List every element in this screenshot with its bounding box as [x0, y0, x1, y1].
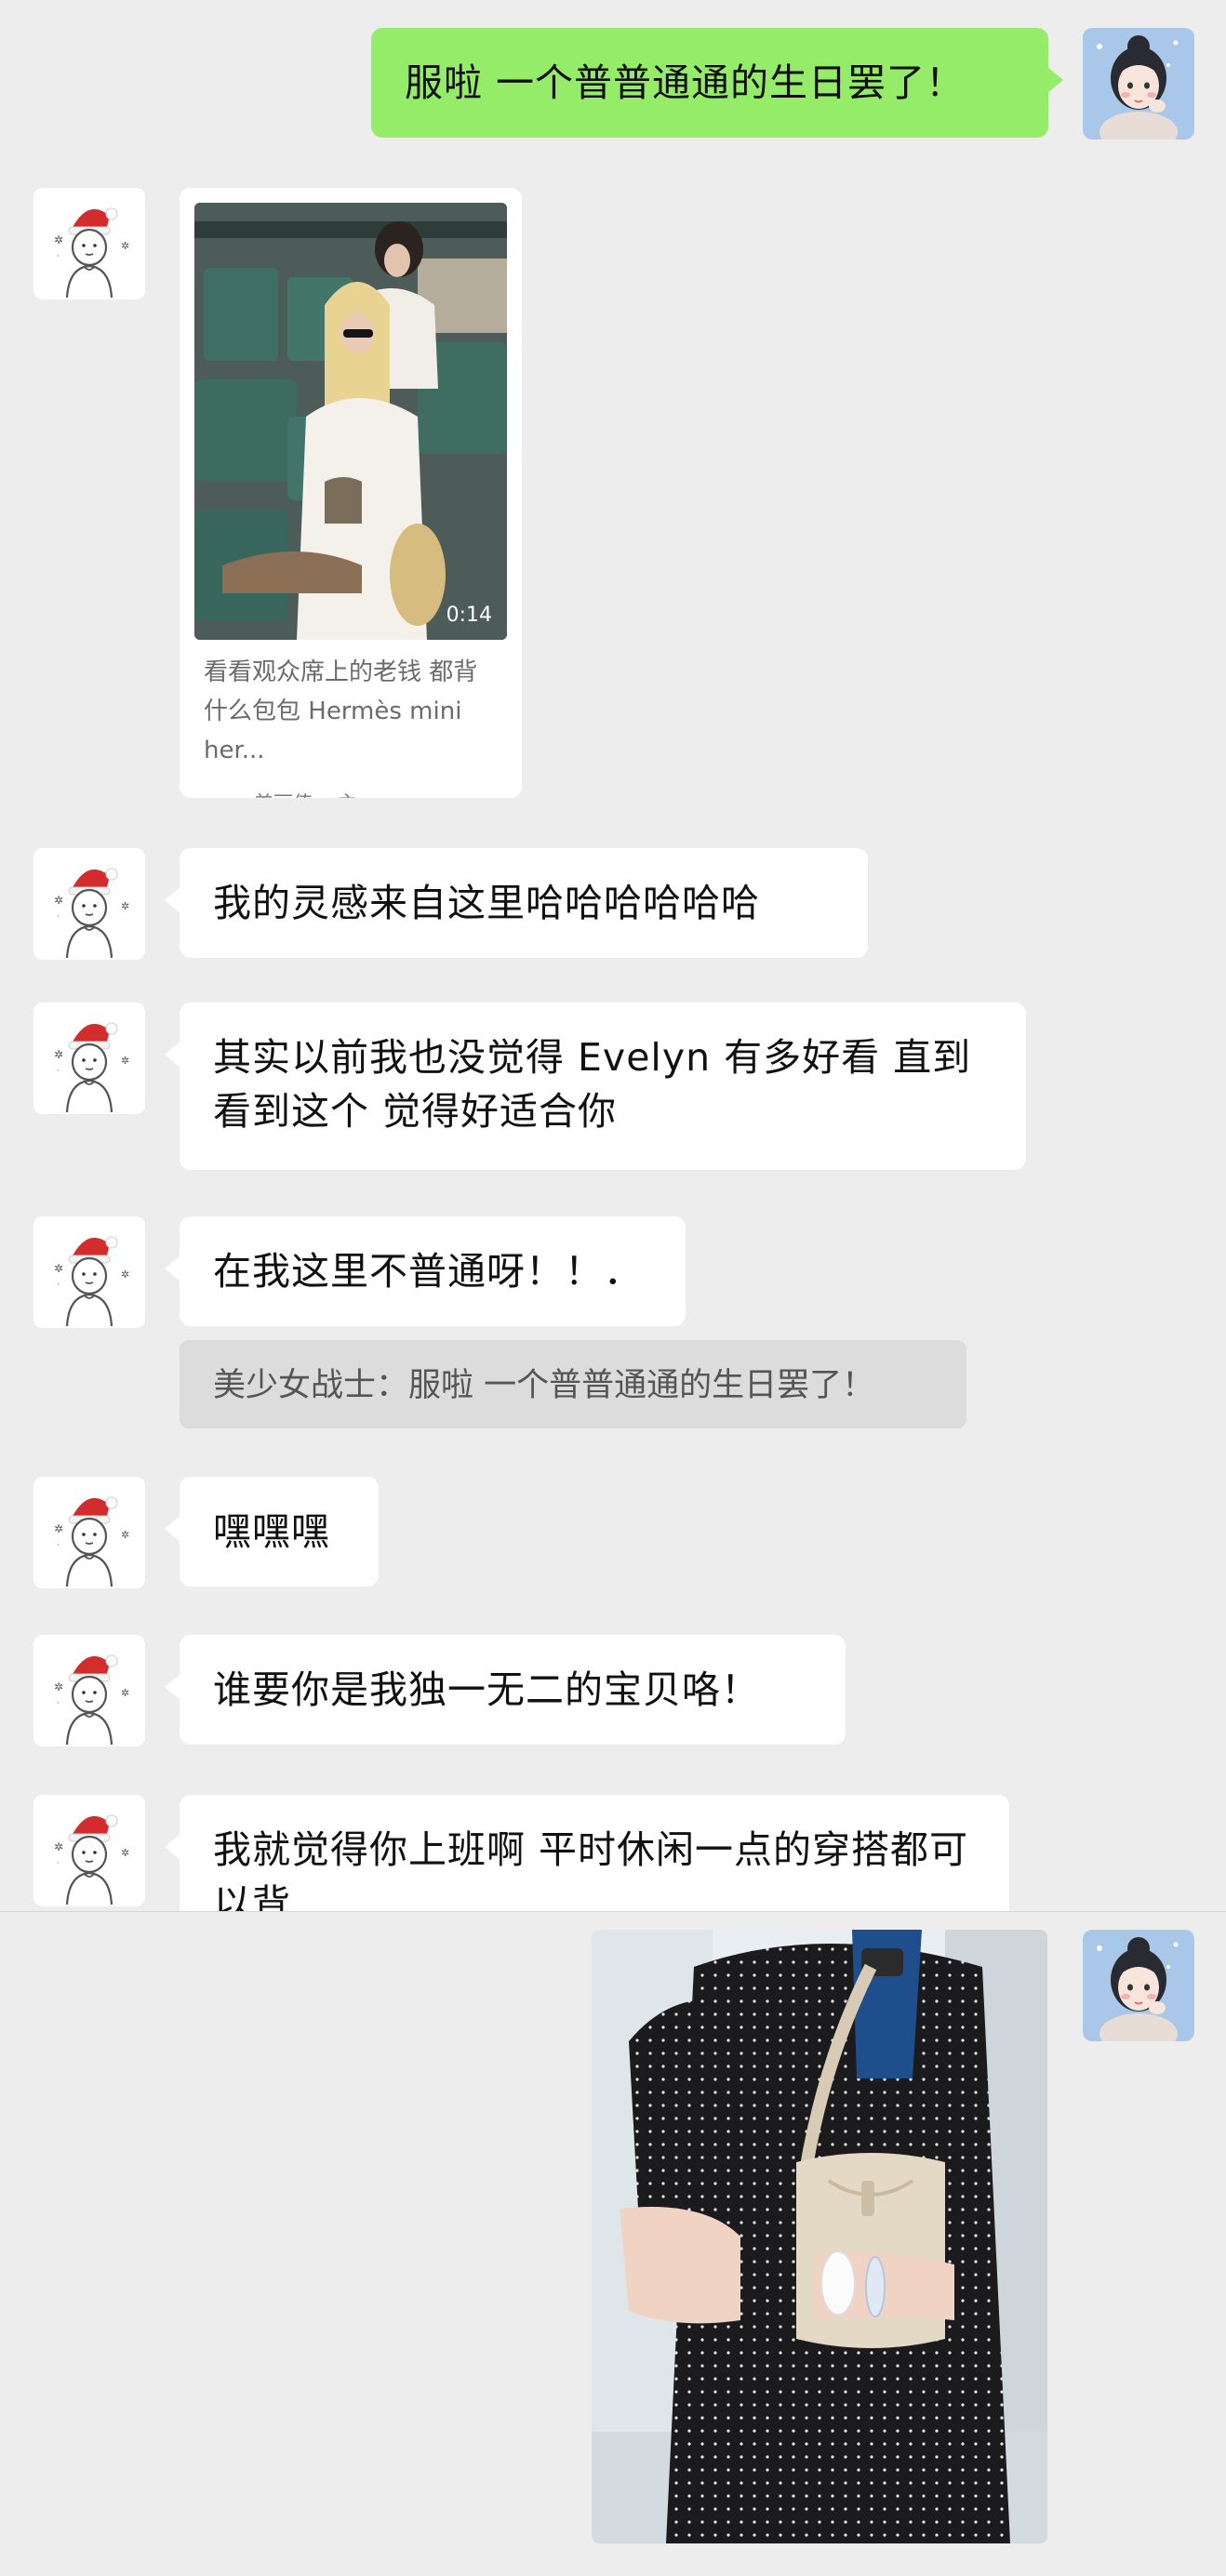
message-text: 我的灵感来自这里哈哈哈哈哈哈	[213, 881, 760, 925]
santa-hat-avatar-icon	[33, 188, 145, 299]
received-message-bubble[interactable]: 谁要你是我独一无二的宝贝咯！	[165, 1635, 846, 1745]
friend-avatar[interactable]	[33, 1003, 145, 1114]
santa-hat-avatar-icon	[33, 1003, 145, 1114]
santa-hat-avatar-icon	[33, 848, 145, 960]
santa-hat-avatar-icon	[33, 1635, 145, 1746]
friend-avatar[interactable]	[33, 1477, 145, 1588]
received-message-bubble[interactable]: 在我这里不普通呀！！．	[165, 1216, 686, 1326]
clip-region: 我就觉得你上班啊 平时休闲一点的穿搭都可以背	[0, 1795, 1226, 1911]
friend-avatar[interactable]	[33, 1216, 145, 1328]
self-avatar[interactable]	[1083, 28, 1194, 139]
received-message-bubble[interactable]: 嘿嘿嘿	[165, 1477, 379, 1587]
message-text: 谁要你是我独一无二的宝贝咯！	[213, 1667, 760, 1712]
received-message-bubble[interactable]: 其实以前我也没觉得 Evelyn 有多好看 直到看到这个 觉得好适合你	[165, 1003, 1026, 1170]
santa-hat-avatar-icon	[33, 1216, 145, 1328]
received-message-bubble[interactable]: 我就觉得你上班啊 平时休闲一点的穿搭都可以背	[165, 1795, 1009, 1911]
video-share-card[interactable]: 0:14 看看观众席上的老钱 都背什么包包 Hermès mini her...…	[180, 188, 522, 798]
self-avatar[interactable]	[1083, 1930, 1194, 2041]
author-name[interactable]: 美丽值up主	[254, 789, 357, 798]
message-text: 服啦 一个普普通通的生日罢了！	[405, 60, 966, 105]
friend-avatar[interactable]	[33, 188, 145, 299]
message-text: 嘿嘿嘿	[213, 1509, 330, 1554]
received-message-bubble[interactable]: 我的灵感来自这里哈哈哈哈哈哈	[165, 848, 868, 958]
video-title: 看看观众席上的老钱 都背什么包包 Hermès mini her...	[204, 658, 478, 764]
friend-avatar[interactable]	[33, 1635, 145, 1746]
message-text: 其实以前我也没觉得 Evelyn 有多好看 直到看到这个 觉得好适合你	[213, 1035, 972, 1134]
outfit-photo-image	[592, 1930, 1047, 2543]
video-duration: 0:14	[446, 604, 492, 627]
sent-message-bubble[interactable]: 服啦 一个普普通通的生日罢了！	[371, 28, 1063, 138]
message-text: 我就觉得你上班啊 平时休闲一点的穿搭都可以背	[213, 1827, 969, 1911]
message-text: 在我这里不普通呀！！．	[213, 1249, 643, 1294]
sent-photo[interactable]	[592, 1930, 1047, 2543]
santa-hat-avatar-icon	[33, 1477, 145, 1588]
quoted-message[interactable]: 美少女战士：服啦 一个普普通通的生日罢了！	[180, 1340, 966, 1428]
video-thumbnail-image	[194, 203, 507, 640]
girl-avatar-icon	[1083, 1930, 1194, 2041]
screenshot-seam	[0, 1911, 1226, 1912]
quoted-text: 美少女战士：服啦 一个普普通通的生日罢了！	[213, 1367, 875, 1404]
video-thumbnail[interactable]: 0:14	[194, 203, 507, 640]
friend-avatar[interactable]	[33, 848, 145, 960]
girl-avatar-icon	[1083, 28, 1194, 139]
